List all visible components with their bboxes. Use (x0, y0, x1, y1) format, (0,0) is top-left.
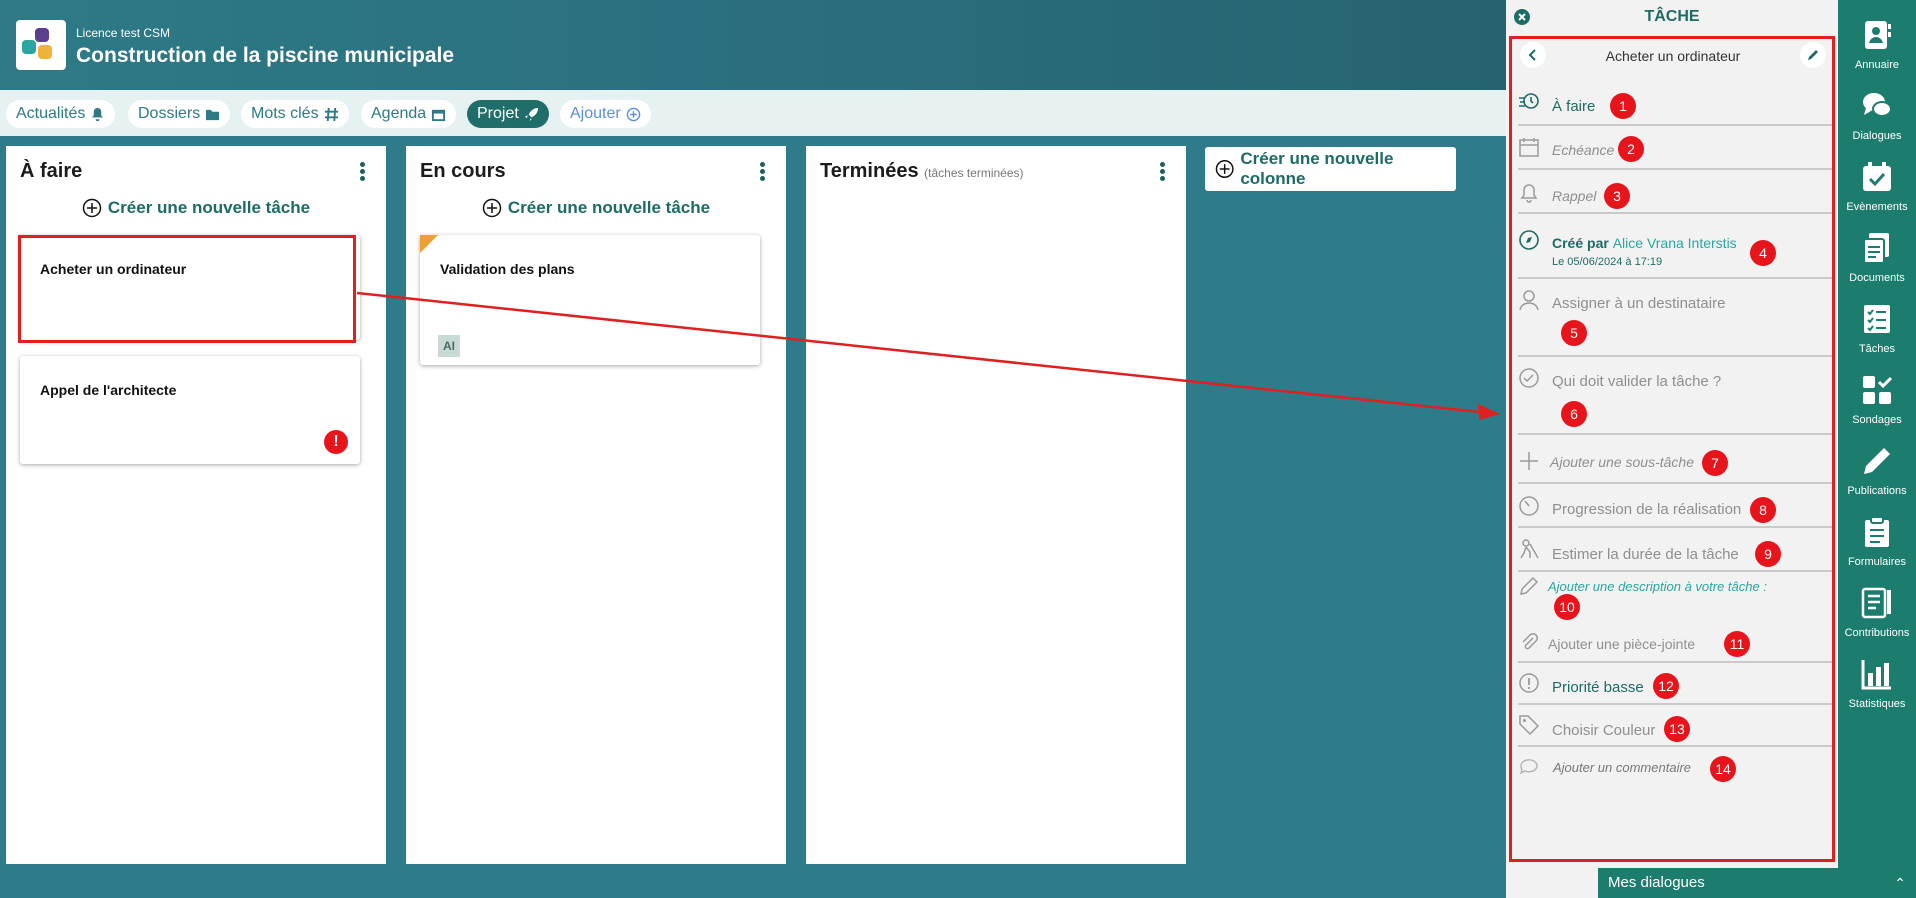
tab-agenda[interactable]: Agenda (361, 100, 457, 128)
calendar-icon (432, 109, 446, 121)
polls-icon (1863, 376, 1893, 404)
nav-publications[interactable]: Publications (1838, 444, 1916, 497)
documents-icon (1863, 233, 1889, 264)
my-dialogs-bar[interactable]: Mes dialogues ⌃ (1598, 868, 1916, 898)
tab-mots-cles[interactable]: Mots clés (241, 100, 349, 128)
task-card[interactable]: Validation des plans AI (420, 235, 760, 365)
nav-annuaire[interactable]: Annuaire (1838, 18, 1916, 71)
panel-title: TÂCHE (1644, 8, 1700, 25)
tab-ajouter[interactable]: Ajouter (560, 100, 651, 128)
chat-icon (1863, 93, 1892, 117)
column-title: À faire (20, 160, 83, 182)
alert-badge-icon: ! (324, 430, 348, 454)
column-en-cours: En cours Créer une nouvelle tâche Valida… (406, 146, 786, 864)
priority-corner (420, 235, 438, 253)
column-menu-icon[interactable] (360, 162, 366, 182)
tab-projet[interactable]: Projet (467, 100, 549, 128)
license-name: Licence test CSM (76, 26, 171, 40)
column-subtitle: (tâches terminées) (924, 166, 1024, 180)
tab-dossiers[interactable]: Dossiers (128, 100, 231, 128)
hash-icon (324, 107, 338, 121)
new-task-button[interactable]: Créer une nouvelle tâche (406, 198, 786, 218)
contacts-icon (1865, 21, 1891, 49)
annotation-panel-box (1509, 36, 1835, 862)
app-logo[interactable] (16, 20, 66, 70)
nav-dialogues[interactable]: Dialogues (1838, 89, 1916, 142)
new-task-button[interactable]: Créer une nouvelle tâche (6, 198, 386, 218)
nav-sondages[interactable]: Sondages (1838, 373, 1916, 426)
project-title: Construction de la piscine municipale (76, 44, 455, 67)
nav-evenements[interactable]: Evènements (1838, 160, 1916, 213)
task-card-title: Validation des plans (440, 261, 575, 277)
assignee-avatar: AI (438, 335, 460, 357)
contributions-icon (1861, 587, 1891, 619)
nav-statistiques[interactable]: Statistiques (1838, 657, 1916, 710)
bar-chart-icon (1861, 660, 1891, 690)
plus-circle-icon (482, 198, 502, 218)
plus-circle-icon (626, 107, 640, 121)
pencil-icon (1864, 448, 1890, 474)
column-title: Terminées (tâches terminées) (820, 160, 1024, 182)
plus-circle-icon (82, 198, 102, 218)
folder-icon (206, 109, 220, 120)
tabs-bar: Actualités Dossiers Mots clés Agenda Pro… (0, 90, 1506, 136)
calendar-check-icon (1863, 162, 1891, 191)
nav-documents[interactable]: Documents (1838, 231, 1916, 284)
rocket-icon (524, 107, 538, 121)
column-menu-icon[interactable] (1160, 162, 1166, 182)
nav-formulaires[interactable]: Formulaires (1838, 515, 1916, 568)
column-terminees: Terminées (tâches terminées) (806, 146, 1186, 864)
chevron-up-icon: ⌃ (1894, 875, 1906, 891)
app-header: Licence test CSM Construction de la pisc… (0, 0, 1506, 90)
new-column-button[interactable]: Créer une nouvelle colonne (1205, 147, 1456, 191)
tasks-icon (1864, 305, 1890, 333)
column-title: En cours (420, 160, 506, 182)
bell-icon (92, 107, 104, 121)
side-nav: Annuaire Dialogues Evènements Documents … (1838, 0, 1916, 898)
nav-taches[interactable]: Tâches (1838, 302, 1916, 355)
clipboard-icon (1865, 516, 1889, 547)
nav-contributions[interactable]: Contributions (1838, 586, 1916, 639)
column-menu-icon[interactable] (760, 162, 766, 182)
tab-actualites[interactable]: Actualités (6, 100, 116, 128)
task-card-title: Appel de l'architecte (40, 382, 177, 398)
annotation-box (18, 235, 356, 343)
plus-circle-icon (1215, 160, 1234, 178)
task-card[interactable]: Appel de l'architecte ! (20, 356, 360, 464)
